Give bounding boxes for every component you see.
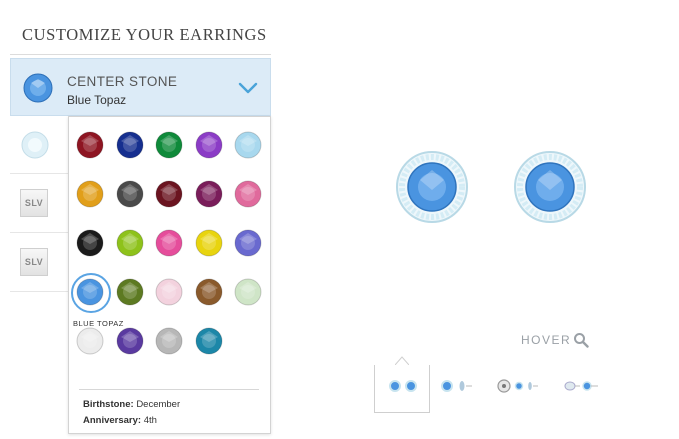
stone-swatch-emerald[interactable] <box>154 130 184 160</box>
stone-swatch-onyx[interactable] <box>75 228 105 258</box>
stone-thumbnail-icon <box>20 130 50 165</box>
birthstone-value: December <box>136 399 181 410</box>
stone-swatch-pink-tourmaline[interactable] <box>233 179 263 209</box>
hover-zoom-label[interactable]: HOVER <box>521 333 571 347</box>
center-stone-thumbnail <box>23 73 53 108</box>
stone-swatch-garnet[interactable] <box>75 130 105 160</box>
stone-swatch-silver[interactable] <box>154 326 184 356</box>
title-divider <box>10 54 271 55</box>
metal-thumbnail-icon: SLV <box>20 189 48 217</box>
anniversary-value: 4th <box>143 415 157 426</box>
stone-swatch-rhodolite[interactable] <box>194 179 224 209</box>
birthstone-info: Birthstone: December <box>83 399 180 410</box>
right-earring-preview <box>513 150 587 229</box>
anniversary-info: Anniversary: 4th <box>83 415 157 426</box>
stone-swatch-smoky-quartz[interactable] <box>194 277 224 307</box>
stone-swatch-olive[interactable] <box>115 277 145 307</box>
stone-swatch-rose[interactable] <box>154 228 184 258</box>
stone-swatch-smoky[interactable] <box>115 179 145 209</box>
stone-swatch-tanzanite[interactable] <box>233 228 263 258</box>
stone-swatch-amethyst[interactable] <box>194 130 224 160</box>
stone-swatch-aquamarine[interactable] <box>233 130 263 160</box>
popup-divider <box>79 389 259 390</box>
view-side[interactable] <box>556 365 606 413</box>
stone-swatch-sapphire[interactable] <box>115 130 145 160</box>
stone-swatch-light-pink[interactable] <box>154 277 184 307</box>
center-stone-selector[interactable]: CENTER STONE Blue Topaz <box>10 58 271 116</box>
stone-swatch-white-topaz[interactable] <box>75 326 105 356</box>
page-title: CUSTOMIZE YOUR EARRINGS <box>22 25 267 44</box>
stone-swatch-blue-topaz[interactable] <box>71 273 111 313</box>
anniversary-label: Anniversary: <box>83 415 142 426</box>
stone-swatch-peridot[interactable] <box>115 228 145 258</box>
stone-picker-popup: BLUE TOPAZ Birthstone: December Annivers… <box>68 116 271 434</box>
birthstone-label: Birthstone: <box>83 399 134 410</box>
stone-swatch-yellow[interactable] <box>194 228 224 258</box>
stone-swatch-london-blue[interactable] <box>194 326 224 356</box>
view-front-side[interactable] <box>434 365 484 413</box>
magnifier-icon[interactable] <box>573 332 589 353</box>
chevron-down-icon[interactable] <box>238 81 258 99</box>
stone-swatch-violet[interactable] <box>115 326 145 356</box>
stone-swatch-ruby[interactable] <box>154 179 184 209</box>
view-back[interactable] <box>492 365 548 413</box>
stone-swatch-green-amethyst[interactable] <box>233 277 263 307</box>
view-front[interactable] <box>374 365 430 413</box>
stone-swatch-citrine[interactable] <box>75 179 105 209</box>
left-earring-preview <box>395 150 469 229</box>
metal-thumbnail-icon: SLV <box>20 248 48 276</box>
selected-stone-label: BLUE TOPAZ <box>73 319 124 328</box>
center-stone-label: CENTER STONE <box>67 74 178 89</box>
center-stone-value: Blue Topaz <box>67 93 127 107</box>
